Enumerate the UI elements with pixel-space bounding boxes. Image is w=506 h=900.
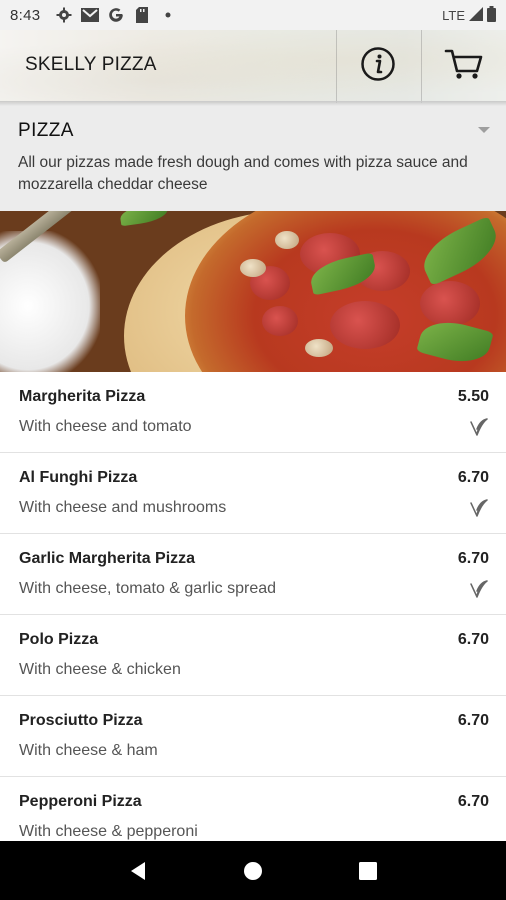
notification-dot-icon: [158, 5, 178, 25]
cart-icon: [444, 47, 484, 86]
network-label: LTE: [442, 7, 465, 23]
item-price: 6.70: [457, 631, 489, 648]
google-icon: [106, 5, 126, 25]
item-description: With cheese & ham: [19, 742, 158, 759]
recents-icon: [359, 861, 378, 880]
home-icon: [243, 861, 262, 880]
menu-item[interactable]: Prosciutto Pizza 6.70 With cheese & ham: [0, 696, 506, 777]
mushroom-slice: [275, 231, 299, 249]
item-name: Garlic Margherita Pizza: [19, 550, 196, 567]
status-bar: 8:43 LTE: [0, 0, 506, 30]
vegetarian-leaf-icon: [470, 418, 488, 436]
chevron-down-icon[interactable]: [478, 127, 490, 133]
category-description: All our pizzas made fresh dough and come…: [18, 154, 468, 193]
category-title: PIZZA: [18, 120, 74, 141]
app-title: SKELLY PIZZA: [25, 54, 157, 75]
sd-card-icon: [132, 5, 152, 25]
menu-item[interactable]: Margherita Pizza 5.50 With cheese and to…: [0, 372, 506, 453]
item-description: With cheese, tomato & garlic spread: [19, 580, 277, 597]
mushroom-slice: [240, 259, 266, 277]
signal-icon: [469, 6, 483, 24]
menu-list: Margherita Pizza 5.50 With cheese and to…: [0, 372, 506, 858]
salami-slice: [420, 281, 480, 326]
back-icon: [130, 861, 145, 880]
category-header[interactable]: PIZZA All our pizzas made fresh dough an…: [0, 103, 506, 211]
item-price: 5.50: [457, 388, 489, 405]
item-price: 6.70: [457, 712, 489, 729]
gmail-icon: [80, 5, 100, 25]
item-name: Al Funghi Pizza: [19, 469, 138, 486]
app-bar: SKELLY PIZZA: [0, 30, 506, 103]
battery-icon: [487, 5, 496, 25]
salami-slice: [262, 306, 298, 336]
status-right: LTE: [442, 5, 496, 25]
vegetarian-leaf-icon: [470, 580, 488, 598]
info-icon: [360, 46, 396, 87]
app-bar-shadow: [0, 101, 506, 106]
item-description: With cheese and tomato: [19, 418, 192, 435]
menu-item[interactable]: Al Funghi Pizza 6.70 With cheese and mus…: [0, 453, 506, 534]
item-name: Polo Pizza: [19, 631, 99, 648]
item-description: With cheese & chicken: [19, 661, 181, 678]
vegetarian-leaf-icon: [470, 499, 488, 517]
navigation-bar: [0, 841, 506, 900]
settings-icon: [54, 5, 74, 25]
basil-leaf: [118, 211, 170, 227]
item-price: 6.70: [457, 469, 489, 486]
info-button[interactable]: [336, 30, 420, 103]
category-hero-image: [0, 211, 506, 372]
menu-item[interactable]: Polo Pizza 6.70 With cheese & chicken: [0, 615, 506, 696]
mushroom-slice: [305, 339, 333, 357]
item-name: Prosciutto Pizza: [19, 712, 143, 729]
item-price: 6.70: [457, 550, 489, 567]
cart-button[interactable]: [422, 30, 506, 103]
salami-slice: [330, 301, 400, 349]
item-description: With cheese and mushrooms: [19, 499, 227, 516]
item-description: With cheese & pepperoni: [19, 823, 198, 840]
item-name: Margherita Pizza: [19, 388, 146, 405]
item-name: Pepperoni Pizza: [19, 793, 142, 810]
recents-button[interactable]: [348, 851, 388, 891]
menu-item[interactable]: Garlic Margherita Pizza 6.70 With cheese…: [0, 534, 506, 615]
home-button[interactable]: [233, 851, 273, 891]
back-button[interactable]: [118, 851, 158, 891]
item-price: 6.70: [457, 793, 489, 810]
status-time: 8:43: [10, 6, 41, 24]
